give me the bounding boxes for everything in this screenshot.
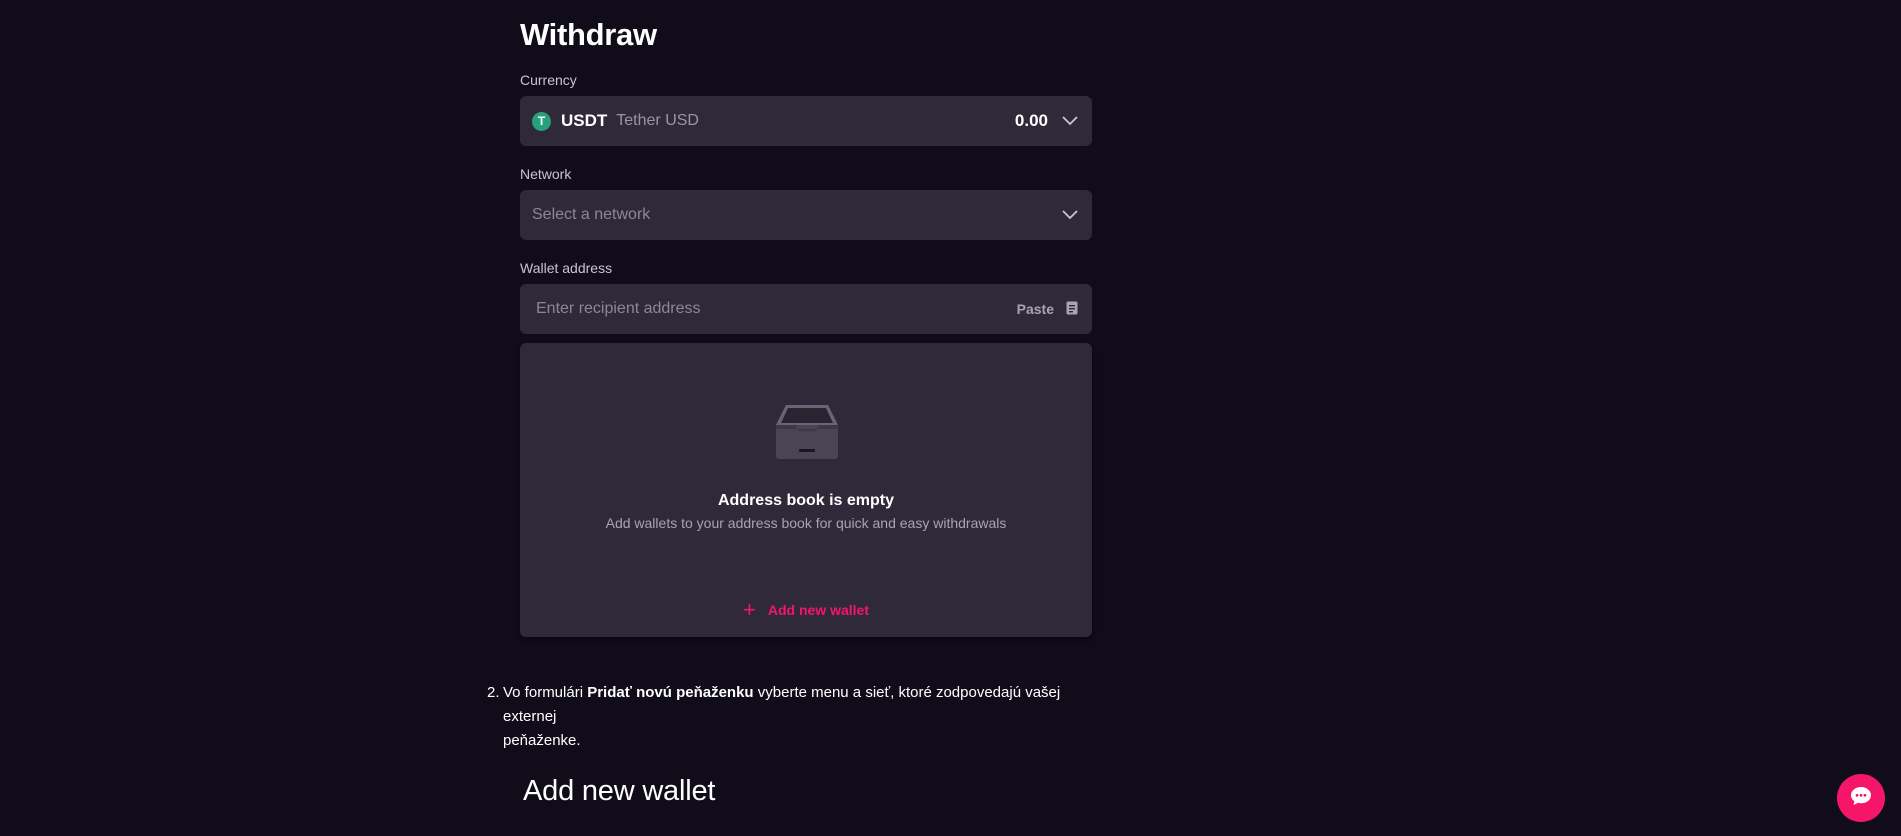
network-label: Network bbox=[520, 166, 572, 182]
add-new-wallet-button[interactable]: + Add new wallet bbox=[520, 597, 1092, 622]
step-number: 2. bbox=[487, 684, 500, 701]
wallet-address-input[interactable]: Enter recipient address Paste bbox=[520, 284, 1092, 334]
instruction-text: Vo formulári Pridať novú peňaženku vyber… bbox=[503, 681, 1067, 753]
clipboard-icon bbox=[1066, 301, 1078, 318]
instruction-line2: peňaženke. bbox=[503, 732, 581, 749]
wallet-address-placeholder: Enter recipient address bbox=[536, 300, 701, 317]
chat-icon bbox=[1850, 786, 1872, 811]
currency-label: Currency bbox=[520, 72, 577, 88]
currency-name: Tether USD bbox=[616, 112, 699, 129]
paste-button[interactable]: Paste bbox=[1017, 301, 1078, 318]
network-select[interactable]: Select a network bbox=[520, 190, 1092, 240]
page: Withdraw Currency T USDT Tether USD 0.00… bbox=[0, 0, 1901, 836]
chevron-down-icon bbox=[1062, 113, 1078, 129]
address-book-panel: Address book is empty Add wallets to you… bbox=[520, 343, 1092, 637]
withdraw-panel: Withdraw Currency T USDT Tether USD 0.00… bbox=[520, 0, 1092, 637]
instruction-prefix: Vo formulári bbox=[503, 684, 588, 701]
network-placeholder: Select a network bbox=[532, 206, 651, 223]
currency-symbol: USDT bbox=[561, 111, 608, 130]
add-new-wallet-heading: Add new wallet bbox=[523, 775, 716, 807]
wallet-address-label: Wallet address bbox=[520, 260, 613, 276]
chevron-down-icon bbox=[1062, 207, 1078, 223]
chat-button[interactable] bbox=[1837, 774, 1885, 822]
plus-icon: + bbox=[743, 597, 756, 622]
currency-select[interactable]: T USDT Tether USD 0.00 bbox=[520, 96, 1092, 146]
empty-state-subtitle: Add wallets to your address book for qui… bbox=[605, 515, 1007, 531]
empty-state-title: Address book is empty bbox=[717, 492, 895, 509]
instruction-bold: Pridať novú peňaženku bbox=[587, 684, 754, 701]
tether-icon: T bbox=[532, 111, 551, 131]
withdraw-title: Withdraw bbox=[520, 17, 657, 52]
paste-label: Paste bbox=[1016, 301, 1054, 317]
currency-balance: 0.00 bbox=[1014, 111, 1048, 130]
inbox-icon bbox=[772, 399, 842, 463]
add-new-wallet-label: Add new wallet bbox=[767, 602, 869, 618]
instruction-step: 2. Vo formulári Pridať novú peňaženku vy… bbox=[487, 681, 1067, 753]
